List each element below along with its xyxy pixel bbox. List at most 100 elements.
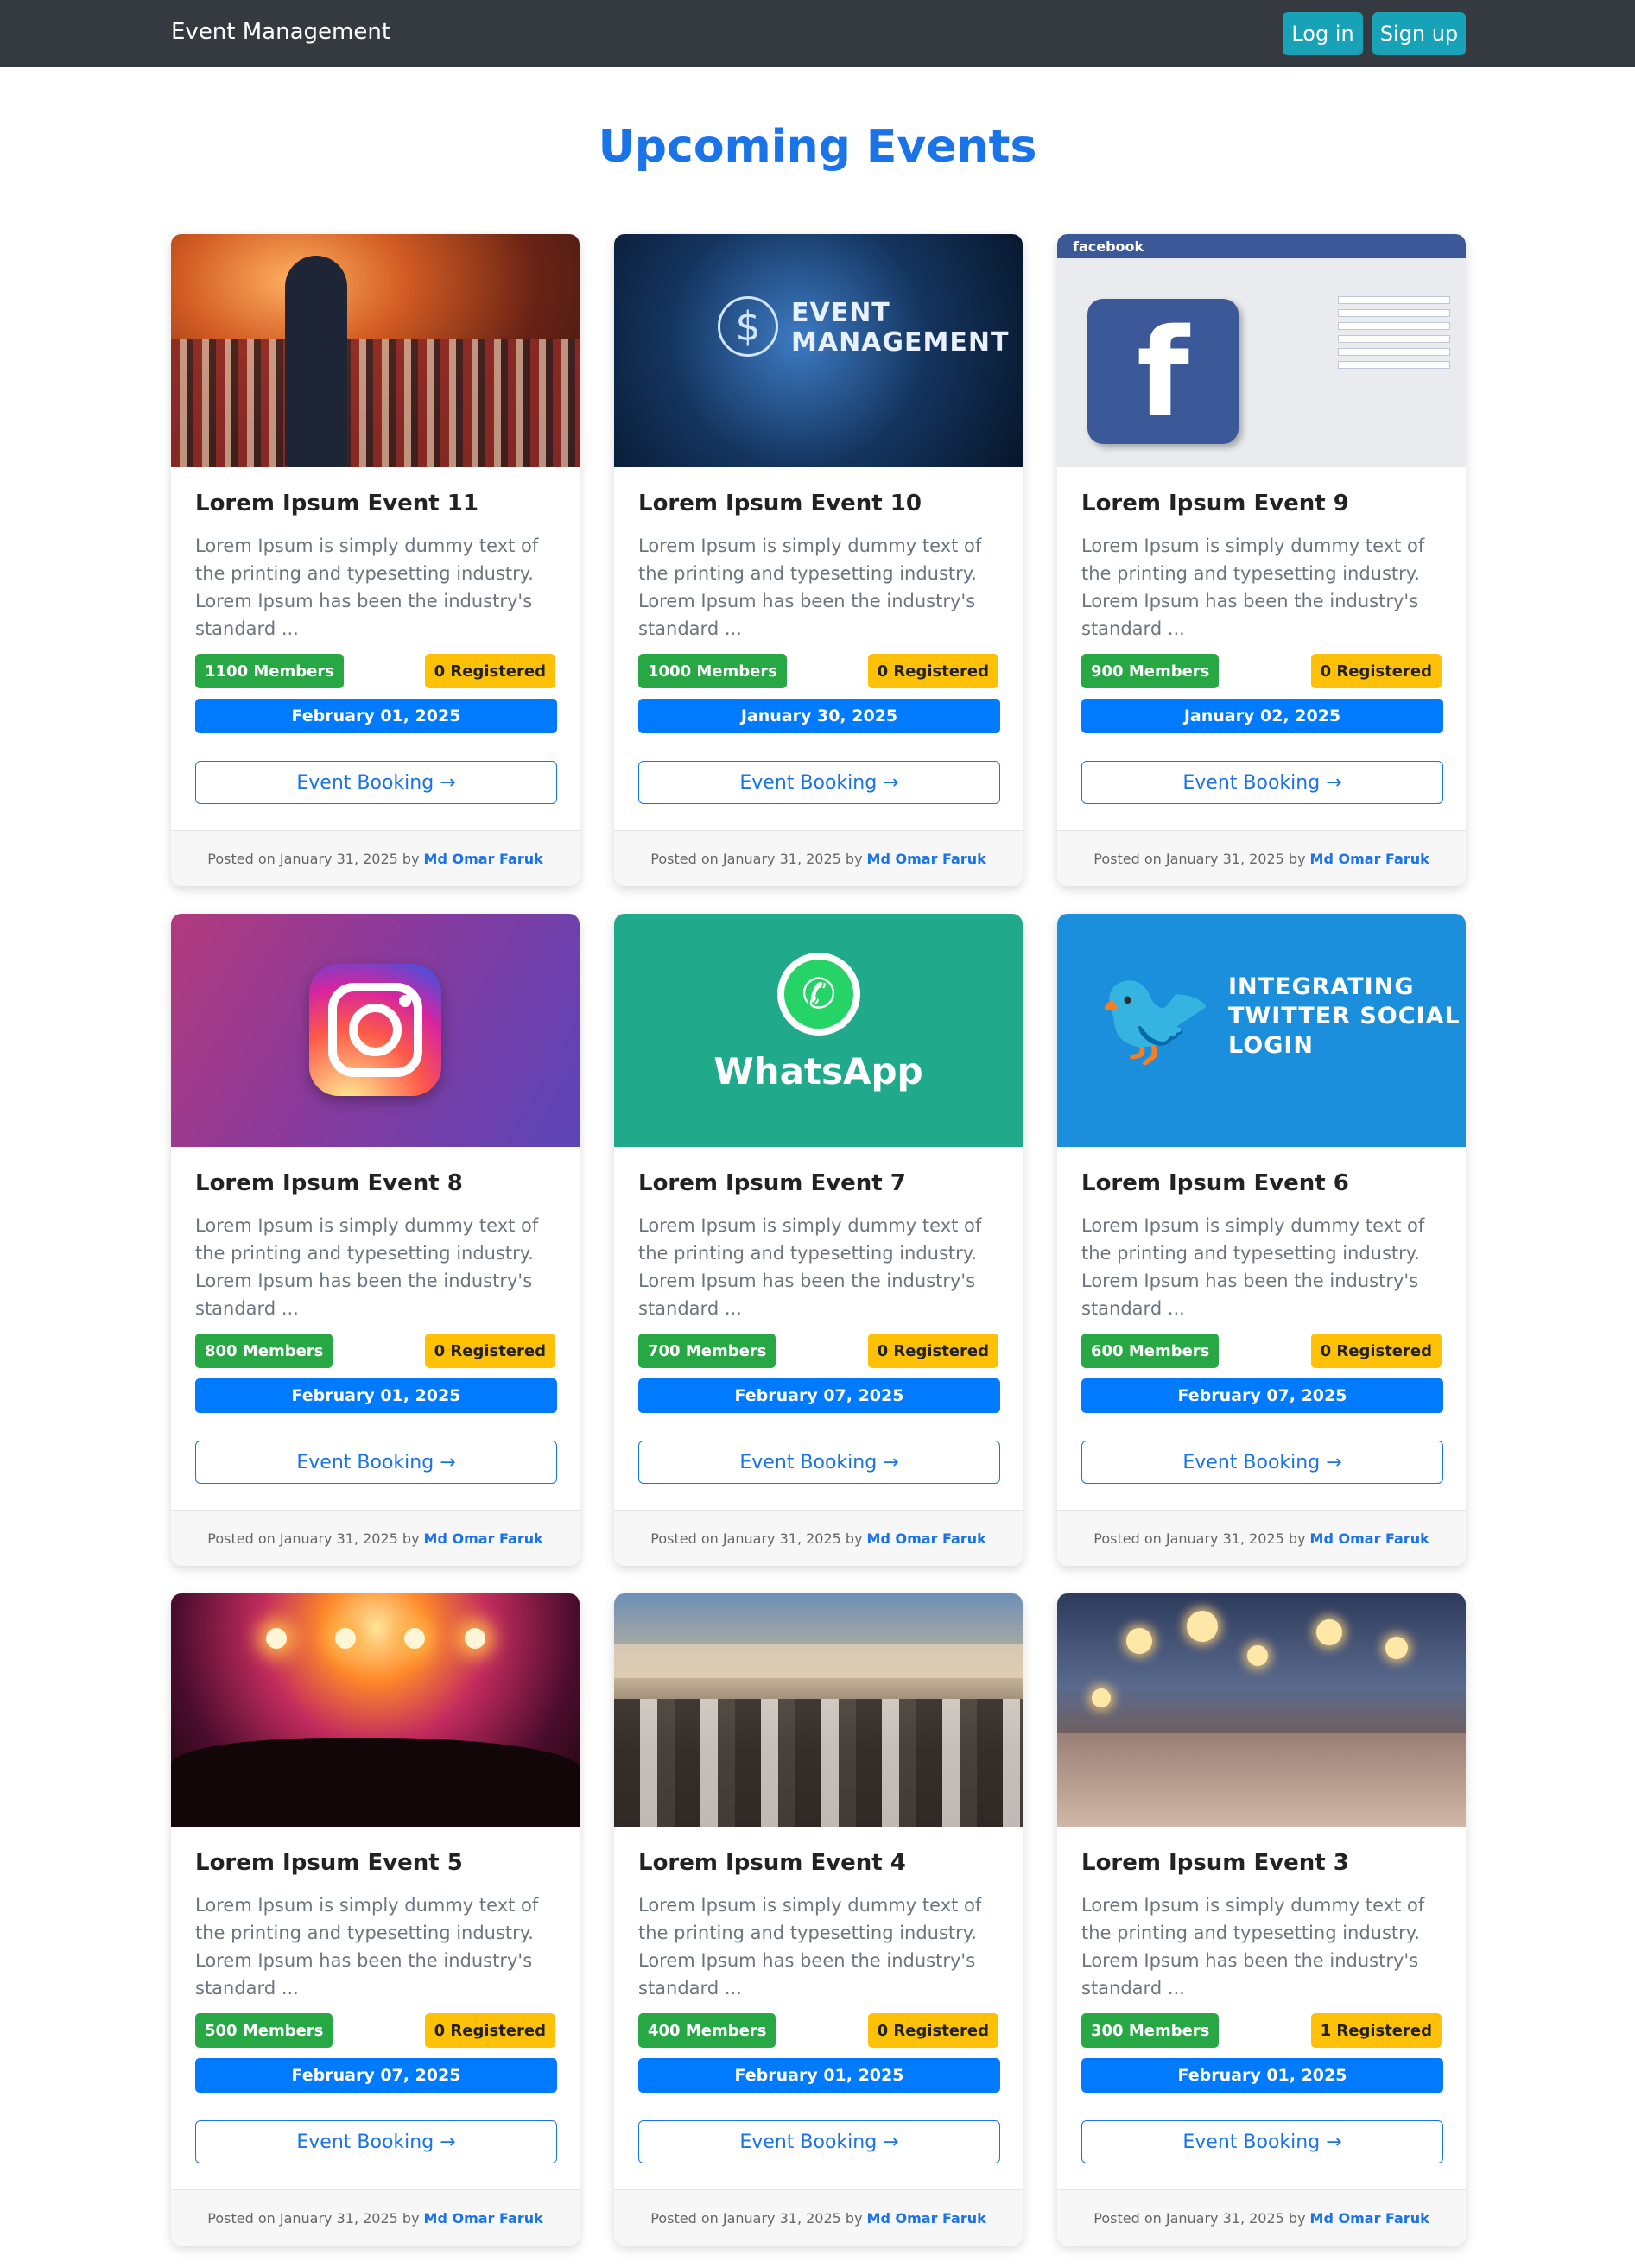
event-card: Lorem Ipsum Event 5 Lorem Ipsum is simpl… [171,1593,580,2246]
dollar-icon: $ [718,296,778,357]
event-title: Lorem Ipsum Event 7 [638,1170,906,1196]
members-badge: 400 Members [638,2013,776,2048]
event-date: January 30, 2025 [638,699,1000,733]
author-link[interactable]: Md Omar Faruk [424,2210,543,2227]
card-footer: Posted on January 31, 2025 by Md Omar Fa… [171,1510,580,1566]
event-booking-button[interactable]: Event Booking → [1081,761,1443,804]
login-button[interactable]: Log in [1283,12,1363,55]
event-image-conference [614,1593,1023,1827]
facebook-logo-icon: f [1087,299,1239,444]
registered-badge: 0 Registered [867,1334,998,1368]
card-footer: Posted on January 31, 2025 by Md Omar Fa… [171,2189,580,2246]
author-link[interactable]: Md Omar Faruk [867,851,986,867]
event-card: facebook f Lorem Ipsum Event 9 Lorem Ips… [1057,234,1466,886]
event-image-concert [171,1593,580,1827]
event-image-party [1057,1593,1466,1827]
event-date: February 01, 2025 [195,699,557,733]
event-image-twitter: 🐦 INTEGRATING TWITTER SOCIAL LOGIN [1057,914,1466,1147]
event-booking-button[interactable]: Event Booking → [638,1441,1000,1484]
signup-button[interactable]: Sign up [1372,12,1466,55]
author-link[interactable]: Md Omar Faruk [1310,851,1429,867]
image-caption: EVENT MANAGEMENT [791,298,1010,358]
event-description: Lorem Ipsum is simply dummy text of the … [195,535,539,639]
author-link[interactable]: Md Omar Faruk [1310,1530,1429,1547]
event-description: Lorem Ipsum is simply dummy text of the … [195,1895,539,1999]
event-date: January 02, 2025 [1081,699,1443,733]
card-footer: Posted on January 31, 2025 by Md Omar Fa… [614,830,1023,886]
event-date: February 07, 2025 [638,1378,1000,1413]
event-image-facebook: facebook f [1057,234,1466,467]
posted-text: Posted on January 31, 2025 by [650,1530,863,1547]
members-badge: 300 Members [1081,2013,1220,2048]
event-image-speaker [171,234,580,467]
members-badge: 1100 Members [195,654,344,688]
event-description: Lorem Ipsum is simply dummy text of the … [638,1895,982,1999]
members-badge: 900 Members [1081,654,1220,688]
event-description: Lorem Ipsum is simply dummy text of the … [638,535,982,639]
event-title: Lorem Ipsum Event 11 [195,491,478,516]
posted-text: Posted on January 31, 2025 by [650,850,863,867]
posted-text: Posted on January 31, 2025 by [207,850,420,867]
members-badge: 500 Members [195,2013,333,2048]
registered-badge: 0 Registered [1310,1334,1442,1368]
event-image-whatsapp: ✆ WhatsApp [614,914,1023,1147]
members-badge: 700 Members [638,1334,776,1368]
posted-text: Posted on January 31, 2025 by [1093,850,1306,867]
events-grid: Lorem Ipsum Event 11 Lorem Ipsum is simp… [171,234,1467,2246]
members-badge: 600 Members [1081,1334,1220,1368]
posted-text: Posted on January 31, 2025 by [207,2209,420,2227]
author-link[interactable]: Md Omar Faruk [867,1530,986,1547]
twitter-bird-icon: 🐦 [1096,962,1214,1073]
card-footer: Posted on January 31, 2025 by Md Omar Fa… [1057,830,1466,886]
event-card: Lorem Ipsum Event 8 Lorem Ipsum is simpl… [171,914,580,1566]
event-booking-button[interactable]: Event Booking → [195,2120,557,2163]
event-card: Lorem Ipsum Event 4 Lorem Ipsum is simpl… [614,1593,1023,2246]
author-link[interactable]: Md Omar Faruk [424,1530,543,1547]
registered-badge: 0 Registered [424,1334,555,1368]
posted-text: Posted on January 31, 2025 by [207,1530,420,1547]
members-badge: 1000 Members [638,654,787,688]
event-title: Lorem Ipsum Event 9 [1081,491,1349,516]
card-footer: Posted on January 31, 2025 by Md Omar Fa… [171,830,580,886]
event-card: Lorem Ipsum Event 11 Lorem Ipsum is simp… [171,234,580,886]
posted-text: Posted on January 31, 2025 by [650,2209,863,2227]
card-footer: Posted on January 31, 2025 by Md Omar Fa… [1057,2189,1466,2246]
registered-badge: 0 Registered [1310,654,1442,688]
facebook-header: facebook [1057,234,1466,258]
author-link[interactable]: Md Omar Faruk [424,851,543,867]
event-booking-button[interactable]: Event Booking → [638,761,1000,804]
event-description: Lorem Ipsum is simply dummy text of the … [1081,535,1425,639]
brand-link[interactable]: Event Management [171,19,390,45]
registered-badge: 0 Registered [424,654,555,688]
event-description: Lorem Ipsum is simply dummy text of the … [195,1215,539,1319]
event-date: February 01, 2025 [195,1378,557,1413]
members-badge: 800 Members [195,1334,333,1368]
card-footer: Posted on January 31, 2025 by Md Omar Fa… [614,1510,1023,1566]
event-title: Lorem Ipsum Event 3 [1081,1850,1349,1876]
event-booking-button[interactable]: Event Booking → [195,761,557,804]
page-title: Upcoming Events [598,121,1037,173]
registered-badge: 0 Registered [867,654,998,688]
card-footer: Posted on January 31, 2025 by Md Omar Fa… [614,2189,1023,2246]
event-description: Lorem Ipsum is simply dummy text of the … [1081,1895,1425,1999]
posted-text: Posted on January 31, 2025 by [1093,2209,1306,2227]
event-booking-button[interactable]: Event Booking → [195,1441,557,1484]
registered-badge: 1 Registered [1310,2013,1442,2048]
instagram-logo-icon [309,964,441,1096]
author-link[interactable]: Md Omar Faruk [1310,2210,1429,2227]
event-booking-button[interactable]: Event Booking → [1081,2120,1443,2163]
registered-badge: 0 Registered [867,2013,998,2048]
event-description: Lorem Ipsum is simply dummy text of the … [1081,1215,1425,1319]
event-card: ✆ WhatsApp Lorem Ipsum Event 7 Lorem Ips… [614,914,1023,1566]
registered-badge: 0 Registered [424,2013,555,2048]
whatsapp-logo-icon: ✆ [777,953,860,1036]
image-caption: INTEGRATING TWITTER SOCIAL LOGIN [1228,973,1461,1059]
event-title: Lorem Ipsum Event 5 [195,1850,463,1876]
author-link[interactable]: Md Omar Faruk [867,2210,986,2227]
card-footer: Posted on January 31, 2025 by Md Omar Fa… [1057,1510,1466,1566]
event-booking-button[interactable]: Event Booking → [638,2120,1000,2163]
event-title: Lorem Ipsum Event 4 [638,1850,906,1876]
event-image-instagram [171,914,580,1147]
event-booking-button[interactable]: Event Booking → [1081,1441,1443,1484]
posted-text: Posted on January 31, 2025 by [1093,1530,1306,1547]
